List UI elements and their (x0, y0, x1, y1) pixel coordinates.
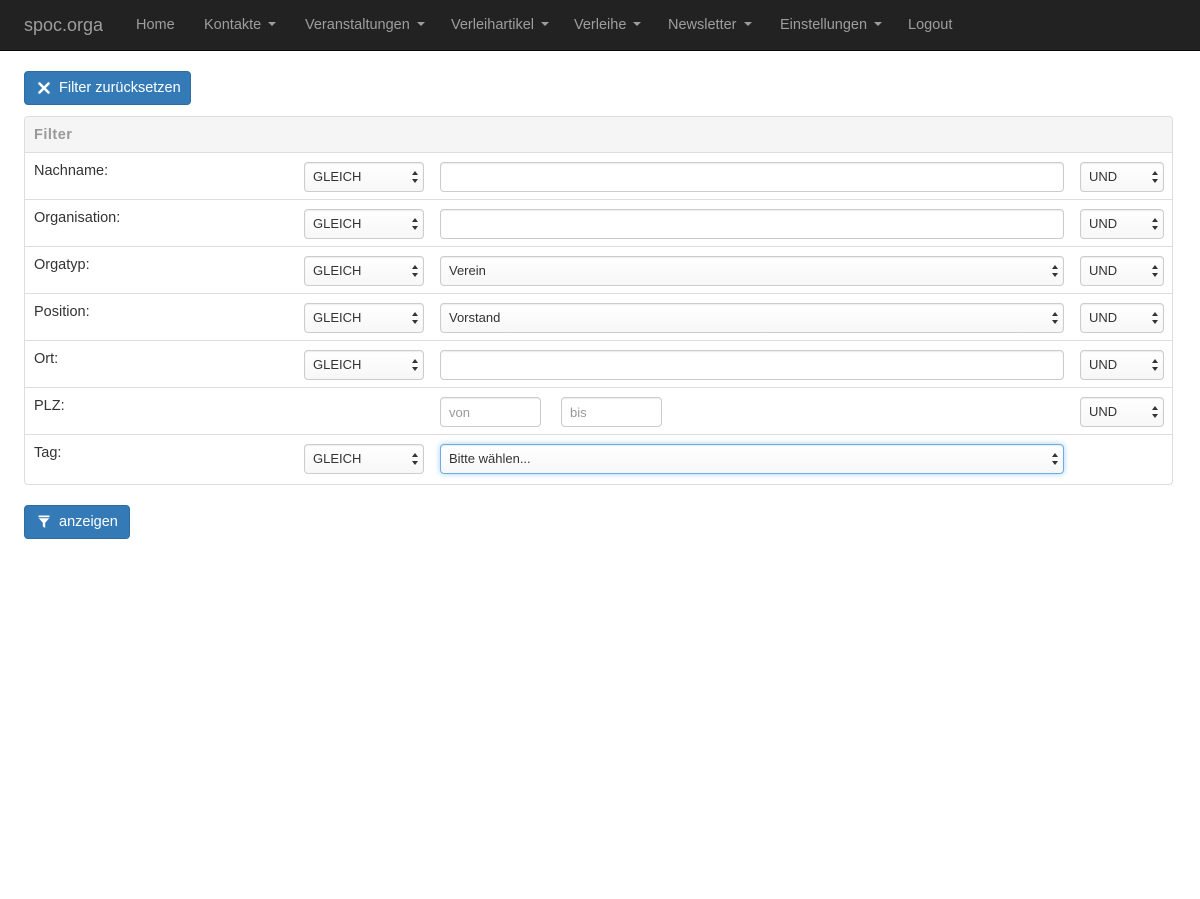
operator-value: GLEICH (313, 216, 362, 231)
caret-down-icon (743, 22, 752, 27)
nav-item-label: Verleihe (574, 17, 627, 33)
select-arrows-icon (412, 218, 418, 230)
filter-label: PLZ: (34, 398, 65, 414)
plz-from-input[interactable] (440, 397, 541, 427)
ort-input[interactable] (440, 350, 1064, 380)
select-arrows-icon (1152, 359, 1158, 371)
select-arrows-icon (1052, 265, 1058, 277)
nav-item-kontakte[interactable]: Kontakte (204, 0, 277, 50)
orgatyp-select[interactable]: Verein (440, 256, 1064, 286)
filter-row-orgatyp: Orgatyp: GLEICH Verein UND (25, 247, 1172, 294)
select-arrows-icon (1052, 453, 1058, 465)
nav-item-label: Home (136, 17, 175, 33)
operator-select[interactable]: GLEICH (304, 350, 424, 380)
nav-item-label: Newsletter (668, 17, 737, 33)
filter-label: Tag: (34, 445, 62, 461)
show-button[interactable]: anzeigen (24, 505, 130, 539)
operator-select[interactable]: GLEICH (304, 256, 424, 286)
nav-item-veranstaltungen[interactable]: Veranstaltungen (305, 0, 425, 50)
nav-item-label: Veranstaltungen (305, 17, 410, 33)
nav-item-logout[interactable]: Logout (908, 0, 952, 50)
caret-down-icon (874, 22, 883, 27)
nachname-input[interactable] (440, 162, 1064, 192)
conjunction-value: UND (1089, 404, 1118, 419)
position-select[interactable]: Vorstand (440, 303, 1064, 333)
filter-icon (38, 506, 50, 538)
nav-item-label: Einstellungen (780, 17, 868, 33)
operator-select[interactable]: GLEICH (304, 444, 424, 474)
select-arrows-icon (1152, 265, 1158, 277)
conjunction-value: UND (1089, 169, 1118, 184)
conjunction-select[interactable]: UND (1080, 397, 1164, 427)
filter-row-plz: PLZ: UND (25, 388, 1172, 435)
filter-row-organisation: Organisation: GLEICH UND (25, 200, 1172, 247)
tag-value: Bitte wählen... (449, 451, 531, 466)
nav-item-label: Verleihartikel (451, 17, 535, 33)
select-arrows-icon (412, 312, 418, 324)
position-value: Vorstand (449, 310, 501, 325)
filter-label: Nachname: (34, 163, 109, 179)
operator-value: GLEICH (313, 451, 362, 466)
nav-item-verleihe[interactable]: Verleihe (574, 0, 642, 50)
operator-value: GLEICH (313, 263, 362, 278)
filter-label: Organisation: (34, 210, 121, 226)
filter-label: Position: (34, 304, 90, 320)
reset-filter-button[interactable]: Filter zurücksetzen (24, 71, 191, 105)
operator-select[interactable]: GLEICH (304, 209, 424, 239)
conjunction-value: UND (1089, 216, 1118, 231)
tag-select[interactable]: Bitte wählen... (440, 444, 1064, 474)
caret-down-icon (268, 22, 277, 27)
filter-row-nachname: Nachname: GLEICH UND (25, 153, 1172, 200)
conjunction-value: UND (1089, 310, 1118, 325)
orgatyp-value: Verein (449, 263, 486, 278)
select-arrows-icon (1152, 218, 1158, 230)
close-icon (38, 72, 50, 104)
brand-logo[interactable]: spoc.orga (24, 0, 103, 50)
filter-label: Orgatyp: (34, 257, 90, 273)
navbar: spoc.orga Home Kontakte Veranstaltungen … (0, 0, 1200, 51)
filter-row-tag: Tag: GLEICH Bitte wählen... (25, 435, 1172, 482)
select-arrows-icon (412, 453, 418, 465)
conjunction-select[interactable]: UND (1080, 350, 1164, 380)
select-arrows-icon (412, 359, 418, 371)
operator-value: GLEICH (313, 310, 362, 325)
select-arrows-icon (1152, 406, 1158, 418)
caret-down-icon (541, 22, 550, 27)
filter-label: Ort: (34, 351, 59, 367)
operator-value: GLEICH (313, 357, 362, 372)
select-arrows-icon (1052, 312, 1058, 324)
filter-panel-heading: Filter (25, 117, 1172, 153)
conjunction-value: UND (1089, 357, 1118, 372)
operator-value: GLEICH (313, 169, 362, 184)
nav-item-newsletter[interactable]: Newsletter (668, 0, 752, 50)
caret-down-icon (633, 22, 642, 27)
conjunction-value: UND (1089, 263, 1118, 278)
conjunction-select[interactable]: UND (1080, 209, 1164, 239)
select-arrows-icon (412, 171, 418, 183)
nav-item-home[interactable]: Home (136, 0, 175, 50)
reset-filter-label: Filter zurücksetzen (59, 80, 181, 96)
caret-down-icon (416, 22, 425, 27)
nav-item-einstellungen[interactable]: Einstellungen (780, 0, 883, 50)
conjunction-select[interactable]: UND (1080, 256, 1164, 286)
plz-to-input[interactable] (561, 397, 662, 427)
nav-item-verleihartikel[interactable]: Verleihartikel (451, 0, 550, 50)
filter-panel-title: Filter (34, 127, 73, 143)
select-arrows-icon (1152, 171, 1158, 183)
nav-item-label: Logout (908, 17, 953, 33)
nav-item-label: Kontakte (204, 17, 262, 33)
select-arrows-icon (1152, 312, 1158, 324)
filter-row-position: Position: GLEICH Vorstand UND (25, 294, 1172, 341)
filter-row-ort: Ort: GLEICH UND (25, 341, 1172, 388)
conjunction-select[interactable]: UND (1080, 162, 1164, 192)
operator-select[interactable]: GLEICH (304, 162, 424, 192)
operator-select[interactable]: GLEICH (304, 303, 424, 333)
conjunction-select[interactable]: UND (1080, 303, 1164, 333)
filter-panel: Filter Nachname: GLEICH UND Organisation… (24, 116, 1173, 485)
select-arrows-icon (412, 265, 418, 277)
show-button-label: anzeigen (59, 514, 118, 530)
organisation-input[interactable] (440, 209, 1064, 239)
